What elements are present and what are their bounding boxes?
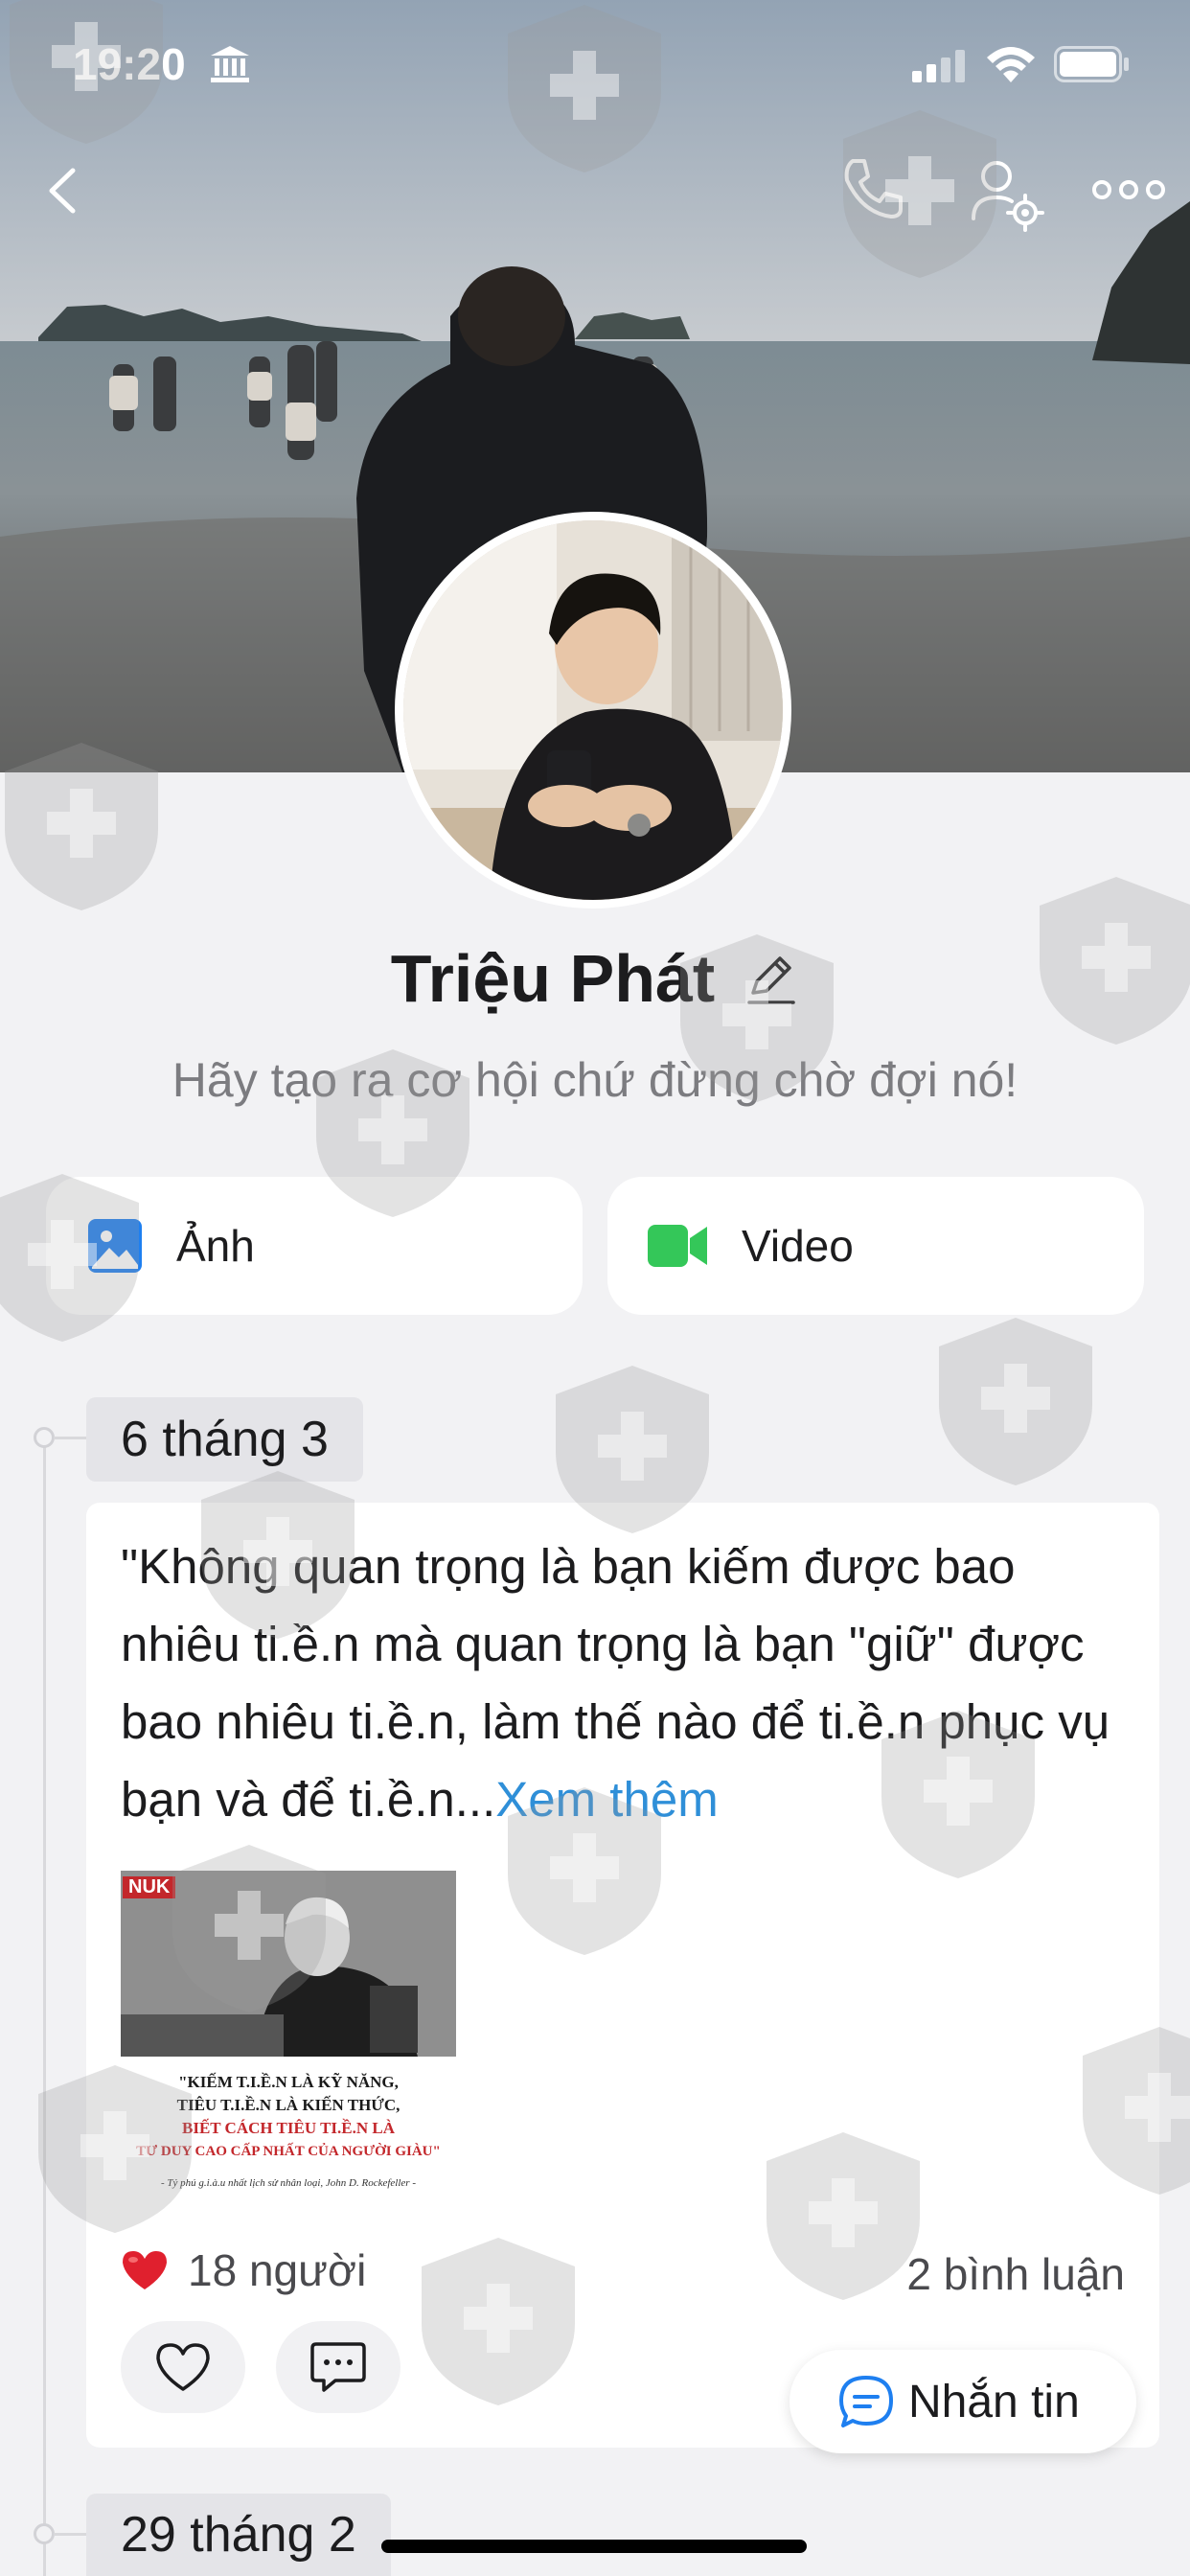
home-indicator[interactable]	[381, 2540, 807, 2553]
profile-name-row: Triệu Phát	[0, 935, 1190, 1022]
phone-icon	[844, 159, 903, 218]
cellular-signal-icon	[912, 50, 965, 82]
send-message-label: Nhắn tin	[908, 2376, 1080, 2427]
video-camera-icon	[648, 1225, 707, 1267]
edit-pencil-icon[interactable]	[744, 949, 799, 1008]
call-button[interactable]	[835, 153, 908, 226]
heart-filled-icon	[123, 2251, 167, 2289]
wifi-icon	[987, 47, 1035, 82]
date-chip-1: 6 tháng 3	[86, 1397, 363, 1482]
quote-line-4: TƯ DUY CAO CẤP NHẤT CỦA NGƯỜI GIÀU"	[136, 2144, 441, 2159]
comment-icon	[310, 2342, 366, 2392]
more-horizontal-icon	[1092, 180, 1165, 199]
status-bar: 19:20	[0, 0, 1190, 134]
chat-bubble-icon	[839, 2376, 893, 2427]
photos-label: Ảnh	[176, 1221, 255, 1271]
post-card[interactable]: "Không quan trọng là bạn kiếm được bao n…	[86, 1503, 1159, 2448]
post-image[interactable]: NUK "KIẾM T.I.Ề.N LÀ KỸ NĂNG, TIÊU T.I.Ề…	[121, 1871, 456, 2206]
bank-icon	[211, 46, 249, 82]
timeline-dot	[34, 2523, 55, 2544]
post-image-logo: NUK	[123, 1876, 176, 1898]
back-button[interactable]	[38, 157, 88, 224]
comment-button[interactable]	[276, 2321, 400, 2413]
profile-bio: Hãy tạo ra cơ hội chứ đừng chờ đợi nó!	[172, 1053, 1018, 1107]
watermark-shield	[939, 1318, 1092, 1485]
send-message-button[interactable]: Nhắn tin	[790, 2350, 1136, 2453]
battery-icon	[1054, 46, 1129, 82]
videos-button[interactable]: Video	[607, 1177, 1144, 1315]
heart-outline-icon	[156, 2343, 210, 2391]
quote-credit: - Tỷ phú g.i.à.u nhất lịch sử nhân loại,…	[161, 2177, 416, 2189]
more-options-button[interactable]	[1090, 169, 1167, 211]
like-button[interactable]	[121, 2321, 245, 2413]
date-chip-2: 29 tháng 2	[86, 2494, 391, 2576]
image-icon	[88, 1219, 142, 1273]
likes-summary[interactable]: 18 người	[121, 2244, 366, 2296]
profile-name: Triệu Phát	[390, 941, 716, 1016]
status-time: 19:20	[73, 39, 186, 89]
profile-avatar[interactable]	[395, 512, 791, 908]
comments-count[interactable]: 2 bình luận	[906, 2248, 1125, 2300]
see-more-link[interactable]: Xem thêm	[495, 1772, 718, 1827]
quote-line-2: TIÊU T.I.Ề.N LÀ KIẾN THỨC,	[176, 2096, 400, 2114]
quote-line-3: BIẾT CÁCH TIÊU TI.Ề.N LÀ	[181, 2119, 396, 2137]
profile-settings-button[interactable]	[968, 155, 1044, 232]
videos-label: Video	[742, 1221, 854, 1271]
post-text[interactable]: "Không quan trọng là bạn kiếm được bao n…	[121, 1528, 1136, 1838]
likes-count: 18 người	[188, 2245, 367, 2295]
chevron-left-icon	[49, 168, 76, 214]
user-settings-icon	[972, 161, 1044, 232]
quote-line-1: "KIẾM T.I.Ề.N LÀ KỸ NĂNG,	[178, 2073, 399, 2091]
avatar-image	[403, 520, 783, 900]
photos-button[interactable]: Ảnh	[46, 1177, 583, 1315]
timeline-dot	[34, 1427, 55, 1448]
post-photo	[121, 1871, 456, 2057]
timeline-line	[43, 1438, 46, 2576]
